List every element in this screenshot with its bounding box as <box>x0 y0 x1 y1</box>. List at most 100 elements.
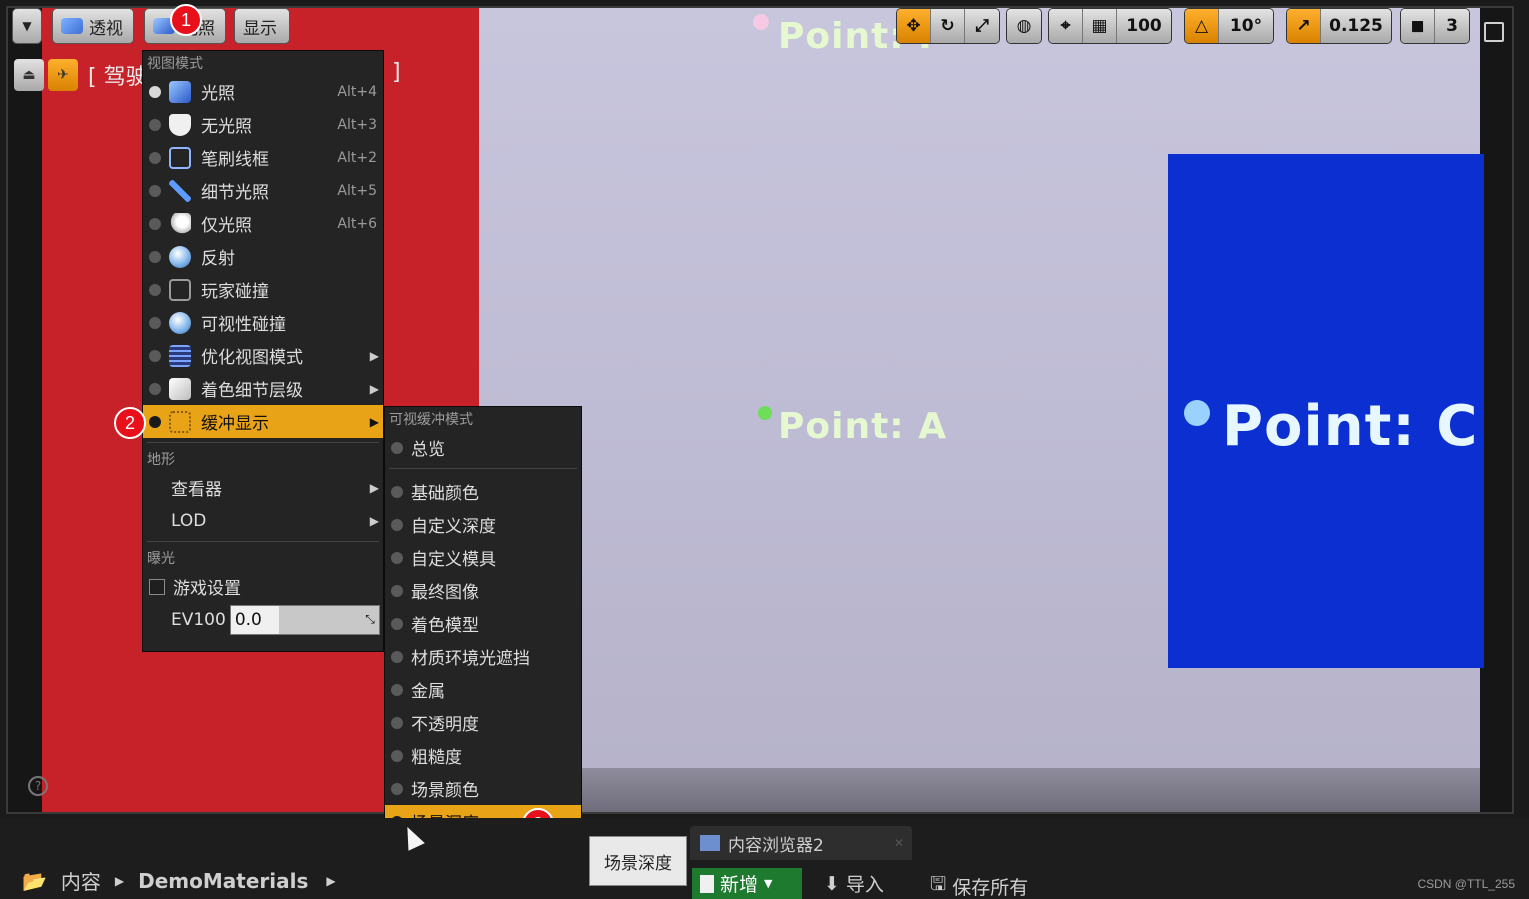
grid-size-dropdown[interactable]: 100 <box>1117 9 1171 43</box>
scale-snap-icon: ↗ <box>1296 16 1311 36</box>
radio-icon <box>149 184 161 197</box>
ev100-input[interactable]: 0.0 ⤡ <box>229 604 380 635</box>
radio-icon <box>391 441 403 454</box>
buffer-item[interactable]: 自定义深度 <box>385 508 581 541</box>
view-mode-menu: 视图模式 光照 Alt+4 无光照 Alt+3 笔刷线框 Alt+2 细节光照 … <box>142 50 384 652</box>
pilot-bracket-close: ] <box>392 60 401 85</box>
world-local-toggle[interactable]: ◍ <box>1006 8 1042 44</box>
scale-snap-dropdown[interactable]: 0.125 <box>1321 9 1391 43</box>
terrain-lod-item[interactable]: LOD ▶ <box>143 504 383 537</box>
radio-icon <box>149 151 161 164</box>
submenu-arrow-icon: ▶ <box>369 348 379 363</box>
pilot-button[interactable]: ✈ <box>48 59 78 91</box>
buffer-visualization-icon <box>169 410 191 433</box>
radio-icon <box>149 118 161 131</box>
tab-content-browser-2[interactable]: 内容浏览器2 ✕ <box>690 826 912 860</box>
buffer-item[interactable]: 不透明度 <box>385 706 581 739</box>
scale-tool[interactable]: ⤢ <box>965 9 999 43</box>
radio-icon <box>149 250 161 263</box>
globe-icon: ◍ <box>1016 16 1032 36</box>
point-top-marker <box>753 14 769 30</box>
new-file-icon <box>700 874 714 893</box>
optimization-grid-icon <box>169 344 191 367</box>
add-new-button[interactable]: 新增 ▼ <box>692 868 802 899</box>
view-mode-visibility-collision[interactable]: 可视性碰撞 <box>143 306 383 339</box>
perspective-button[interactable]: 透视 <box>52 8 134 44</box>
rotate-icon: ↻ <box>940 16 955 36</box>
terrain-section-title: 地形 <box>147 452 175 468</box>
view-mode-buffer-visualization[interactable]: 缓冲显示 ▶ <box>143 405 383 438</box>
buffer-overview-item[interactable]: 总览 <box>385 431 581 464</box>
wireframe-cube-icon <box>169 146 191 169</box>
view-mode-detail-lighting[interactable]: 细节光照 Alt+5 <box>143 174 383 207</box>
grid-icon: ▦ <box>1091 16 1108 36</box>
buffer-item[interactable]: 金属 <box>385 673 581 706</box>
view-mode-wireframe[interactable]: 笔刷线框 Alt+2 <box>143 141 383 174</box>
eject-icon: ⏏ <box>22 67 36 83</box>
pilot-toolbar: ⏏ ✈ [ 驾驶 <box>14 58 148 92</box>
view-mode-section-title: 视图模式 <box>147 56 203 72</box>
scale-snap-group: ↗ 0.125 <box>1286 8 1392 44</box>
import-button[interactable]: ⬇ 导入 <box>824 870 884 897</box>
buffer-item[interactable]: 场景颜色 <box>385 772 581 805</box>
help-icon[interactable]: ? <box>28 776 48 796</box>
angle-icon: △ <box>1194 16 1209 36</box>
save-all-button[interactable]: 🖫 保存所有 <box>930 870 1028 899</box>
menu-tooltip: 场景深度 <box>589 836 687 886</box>
submenu-arrow-icon: ▶ <box>369 381 379 396</box>
move-icon: ✥ <box>906 16 921 36</box>
radio-icon <box>149 283 161 296</box>
buffer-item[interactable]: 粗糙度 <box>385 739 581 772</box>
camera-speed-group[interactable]: ◼ 3 <box>1400 8 1470 44</box>
save-icon: 🖫 <box>930 873 947 895</box>
view-mode-optimization[interactable]: 优化视图模式 ▶ <box>143 339 383 372</box>
view-mode-unlit[interactable]: 无光照 Alt+3 <box>143 108 383 141</box>
eject-button[interactable]: ⏏ <box>14 59 44 91</box>
view-mode-lit[interactable]: 光照 Alt+4 <box>143 75 383 108</box>
radio-icon <box>149 85 161 98</box>
radio-icon <box>391 584 403 597</box>
radio-icon <box>149 382 161 395</box>
view-mode-reflections[interactable]: 反射 <box>143 240 383 273</box>
submenu-arrow-icon: ▶ <box>369 480 379 495</box>
view-mode-lighting-only[interactable]: 仅光照 Alt+6 <box>143 207 383 240</box>
close-icon[interactable]: ✕ <box>894 836 904 850</box>
buffer-item[interactable]: 材质环境光遮挡 <box>385 640 581 673</box>
chevron-down-icon: ▼ <box>22 19 32 33</box>
scale-snap-toggle[interactable]: ↗ <box>1287 9 1321 43</box>
radio-icon <box>391 518 403 531</box>
viewport-options-button[interactable]: ▼ <box>12 8 42 44</box>
player-collision-icon <box>169 278 191 301</box>
radio-icon <box>149 349 161 362</box>
radio-icon <box>149 415 161 428</box>
point-c-marker <box>1184 400 1210 426</box>
game-settings-item[interactable]: 游戏设置 <box>143 570 383 603</box>
buffer-item[interactable]: 基础颜色 <box>385 475 581 508</box>
chevron-right-icon: ▶ <box>326 873 336 888</box>
terrain-viewer-item[interactable]: 查看器 ▶ <box>143 471 383 504</box>
rotation-snap-toggle[interactable]: △ <box>1185 9 1219 43</box>
blue-panel: Point: C <box>1168 154 1484 668</box>
buffer-item[interactable]: 着色模型 <box>385 607 581 640</box>
chevron-right-icon: ▶ <box>114 873 125 888</box>
buffer-item[interactable]: 最终图像 <box>385 574 581 607</box>
view-mode-shading-lod[interactable]: 着色细节层级 ▶ <box>143 372 383 405</box>
game-settings-checkbox[interactable] <box>149 578 165 595</box>
surface-snap-toggle[interactable]: ⌖ <box>1049 9 1083 43</box>
breadcrumb-content[interactable]: 内容 <box>61 866 101 895</box>
rotation-snap-dropdown[interactable]: 10° <box>1219 9 1273 43</box>
view-mode-player-collision[interactable]: 玩家碰撞 <box>143 273 383 306</box>
buffer-item[interactable]: 自定义模具 <box>385 541 581 574</box>
buffer-section-title: 可视缓冲模式 <box>389 412 473 428</box>
step-badge-1: 1 <box>170 4 202 36</box>
breadcrumb-demomaterials[interactable]: DemoMaterials <box>138 869 308 893</box>
translate-tool[interactable]: ✥ <box>897 9 931 43</box>
chevron-down-icon: ▼ <box>764 877 773 890</box>
radio-icon <box>391 617 403 630</box>
maximize-viewport-button[interactable] <box>1484 22 1504 42</box>
rotation-snap-group: △ 10° <box>1184 8 1274 44</box>
rotate-tool[interactable]: ↻ <box>931 9 965 43</box>
grid-snap-toggle[interactable]: ▦ <box>1083 9 1117 43</box>
show-button[interactable]: 显示 <box>234 8 290 44</box>
unlit-shield-icon <box>169 113 191 136</box>
